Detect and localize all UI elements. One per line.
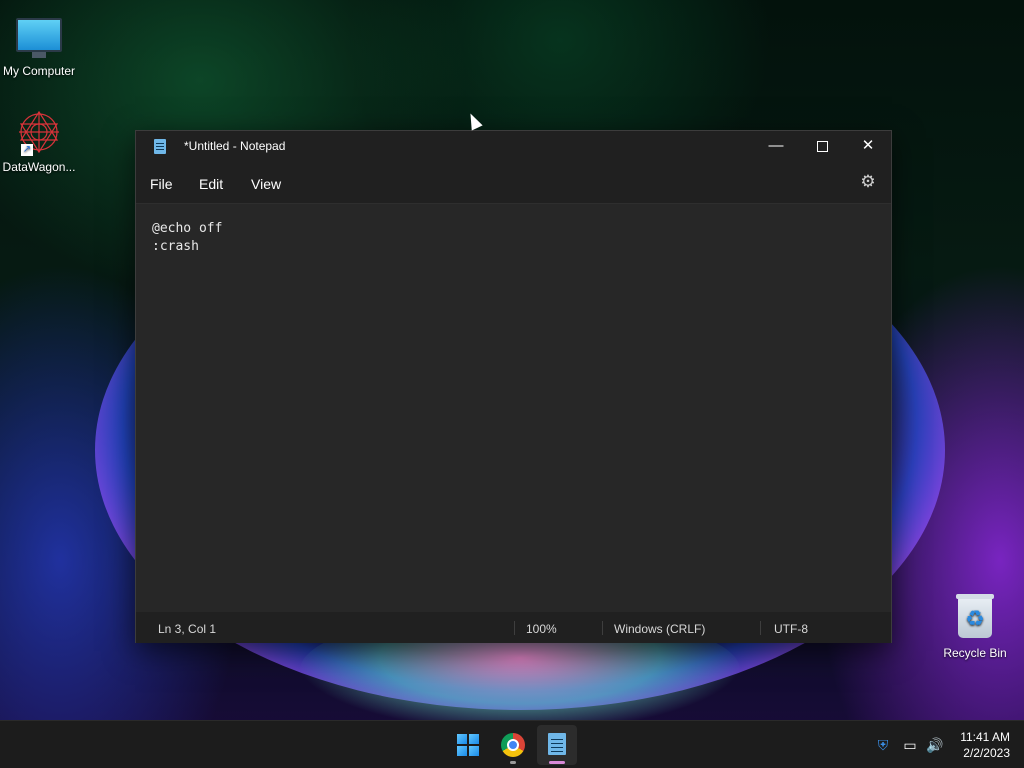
minimize-icon: — (768, 137, 784, 154)
taskbar-notepad-button[interactable] (537, 725, 577, 765)
status-line-ending: Windows (CRLF) (614, 622, 706, 636)
status-cursor-position: Ln 3, Col 1 (158, 622, 217, 636)
taskbar: ⛨ ▭ 🔊 11:41 AM 2/2/2023 (0, 720, 1024, 768)
running-indicator (510, 761, 516, 764)
title-bar[interactable]: *Untitled - Notepad — ✕ (136, 131, 891, 161)
start-icon (457, 734, 479, 756)
minimize-button[interactable]: — (753, 131, 799, 161)
maximize-button[interactable] (799, 131, 845, 161)
editor-line: :crash (152, 239, 199, 254)
menu-view[interactable]: View (251, 176, 281, 192)
status-divider (602, 621, 603, 635)
desktop-icon-datawagon[interactable]: ↗ DataWagon... (0, 104, 78, 174)
gear-icon[interactable]: ⚙ (859, 173, 877, 191)
status-encoding: UTF-8 (774, 622, 808, 636)
notepad-icon (548, 733, 566, 755)
shortcut-arrow-icon: ↗ (21, 144, 33, 156)
desktop-icon-label: Recycle Bin (943, 646, 1007, 660)
status-bar: Ln 3, Col 1 100% Windows (CRLF) UTF-8 (136, 612, 891, 643)
monitor-icon (16, 18, 62, 58)
notepad-window[interactable]: *Untitled - Notepad — ✕ File Edit View ⚙… (135, 130, 892, 643)
close-button[interactable]: ✕ (845, 131, 891, 161)
active-indicator (549, 761, 565, 764)
status-zoom: 100% (526, 622, 557, 636)
start-button[interactable] (448, 725, 488, 765)
menu-file[interactable]: File (150, 176, 173, 192)
editor-line: @echo off (152, 221, 223, 236)
taskbar-chrome-button[interactable] (493, 725, 533, 765)
close-icon: ✕ (861, 137, 875, 154)
text-editor-area[interactable]: @echo off :crash (136, 203, 891, 612)
chrome-icon (501, 733, 525, 757)
clock-time: 11:41 AM (960, 730, 1010, 744)
desktop-icon-label: DataWagon... (2, 160, 76, 174)
volume-icon[interactable]: 🔊 (926, 736, 944, 754)
status-divider (514, 621, 515, 635)
maximize-icon (816, 140, 828, 152)
desktop-icon-recycle-bin[interactable]: ♻ Recycle Bin (936, 594, 1014, 660)
status-divider (760, 621, 761, 635)
clock-date: 2/2/2023 (963, 746, 1010, 760)
menu-edit[interactable]: Edit (199, 176, 223, 192)
window-title: *Untitled - Notepad (184, 139, 286, 153)
desktop-icon-my-computer[interactable]: My Computer (0, 8, 78, 78)
security-shield-icon[interactable]: ⛨ (874, 736, 892, 754)
network-icon[interactable]: ▭ (901, 736, 919, 754)
recycle-bin-icon: ♻ (956, 594, 994, 638)
system-clock[interactable]: 11:41 AM 2/2/2023 (960, 729, 1010, 761)
datawagon-logo-icon: ↗ (15, 108, 63, 156)
desktop-icon-label: My Computer (2, 64, 76, 78)
menu-bar: File Edit View ⚙ (136, 161, 891, 203)
notepad-app-icon (154, 139, 166, 154)
